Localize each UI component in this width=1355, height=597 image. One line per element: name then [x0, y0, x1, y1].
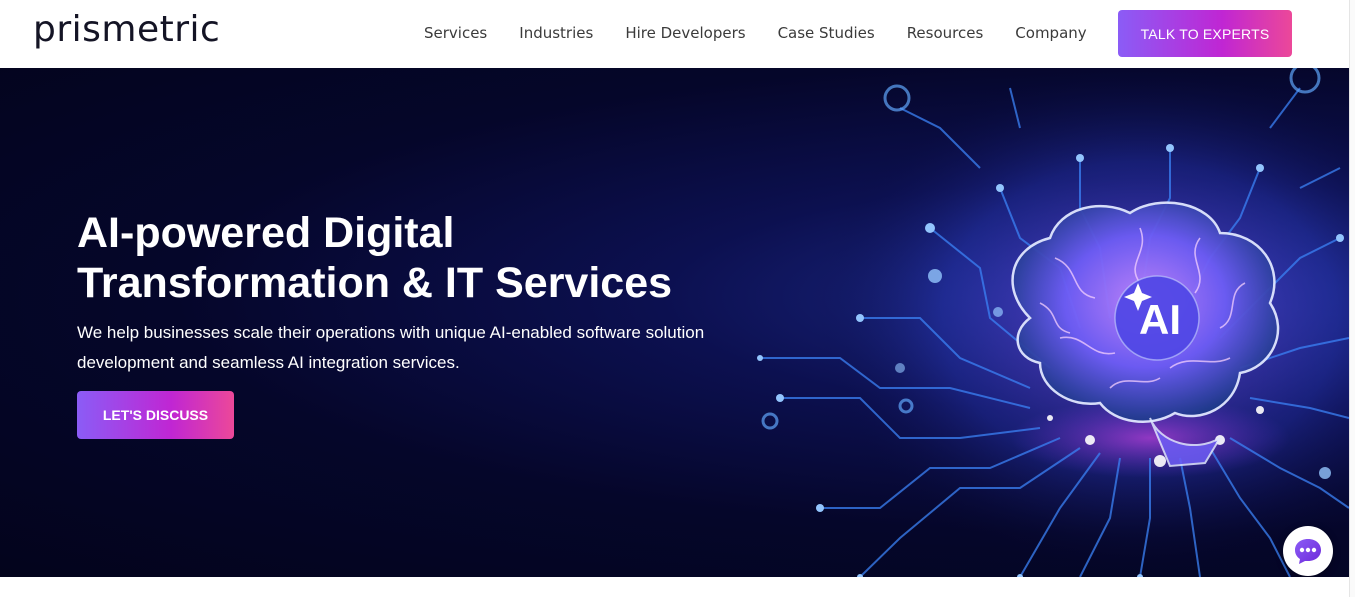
hero-section: AI AI-powered Digital Transformation & I… — [0, 68, 1349, 577]
svg-text:AI: AI — [1139, 296, 1181, 343]
logo[interactable]: prismetric — [33, 8, 220, 52]
ai-badge: AI — [1114, 275, 1200, 361]
nav-item-services[interactable]: Services — [424, 22, 487, 44]
nav-item-industries[interactable]: Industries — [519, 22, 593, 44]
talk-to-experts-button[interactable]: TALK TO EXPERTS — [1118, 10, 1292, 57]
chat-button[interactable] — [1283, 526, 1333, 576]
hero-subtitle-line-1: We help businesses scale their operation… — [77, 323, 705, 342]
chat-bubble-icon — [1295, 539, 1321, 564]
hero-title-line-1: AI-powered Digital — [77, 209, 455, 257]
hero-title-line-2: Transformation & IT Services — [77, 259, 673, 307]
nav-item-hire-developers[interactable]: Hire Developers — [625, 22, 745, 44]
nav-item-company[interactable]: Company — [1015, 22, 1086, 44]
hero-subtitle: We help businesses scale their operation… — [77, 318, 757, 378]
next-section-edge — [0, 577, 1349, 597]
hero-subtitle-line-2: development and seamless AI integration … — [77, 353, 460, 372]
nav-item-case-studies[interactable]: Case Studies — [778, 22, 875, 44]
lets-discuss-button[interactable]: LET'S DISCUSS — [77, 391, 234, 439]
scrollbar[interactable] — [1349, 0, 1355, 597]
nav-item-resources[interactable]: Resources — [907, 22, 984, 44]
hero-title: AI-powered Digital Transformation & IT S… — [77, 208, 717, 308]
site-header: prismetric Services Industries Hire Deve… — [0, 0, 1355, 68]
main-nav: Services Industries Hire Developers Case… — [424, 22, 1119, 44]
